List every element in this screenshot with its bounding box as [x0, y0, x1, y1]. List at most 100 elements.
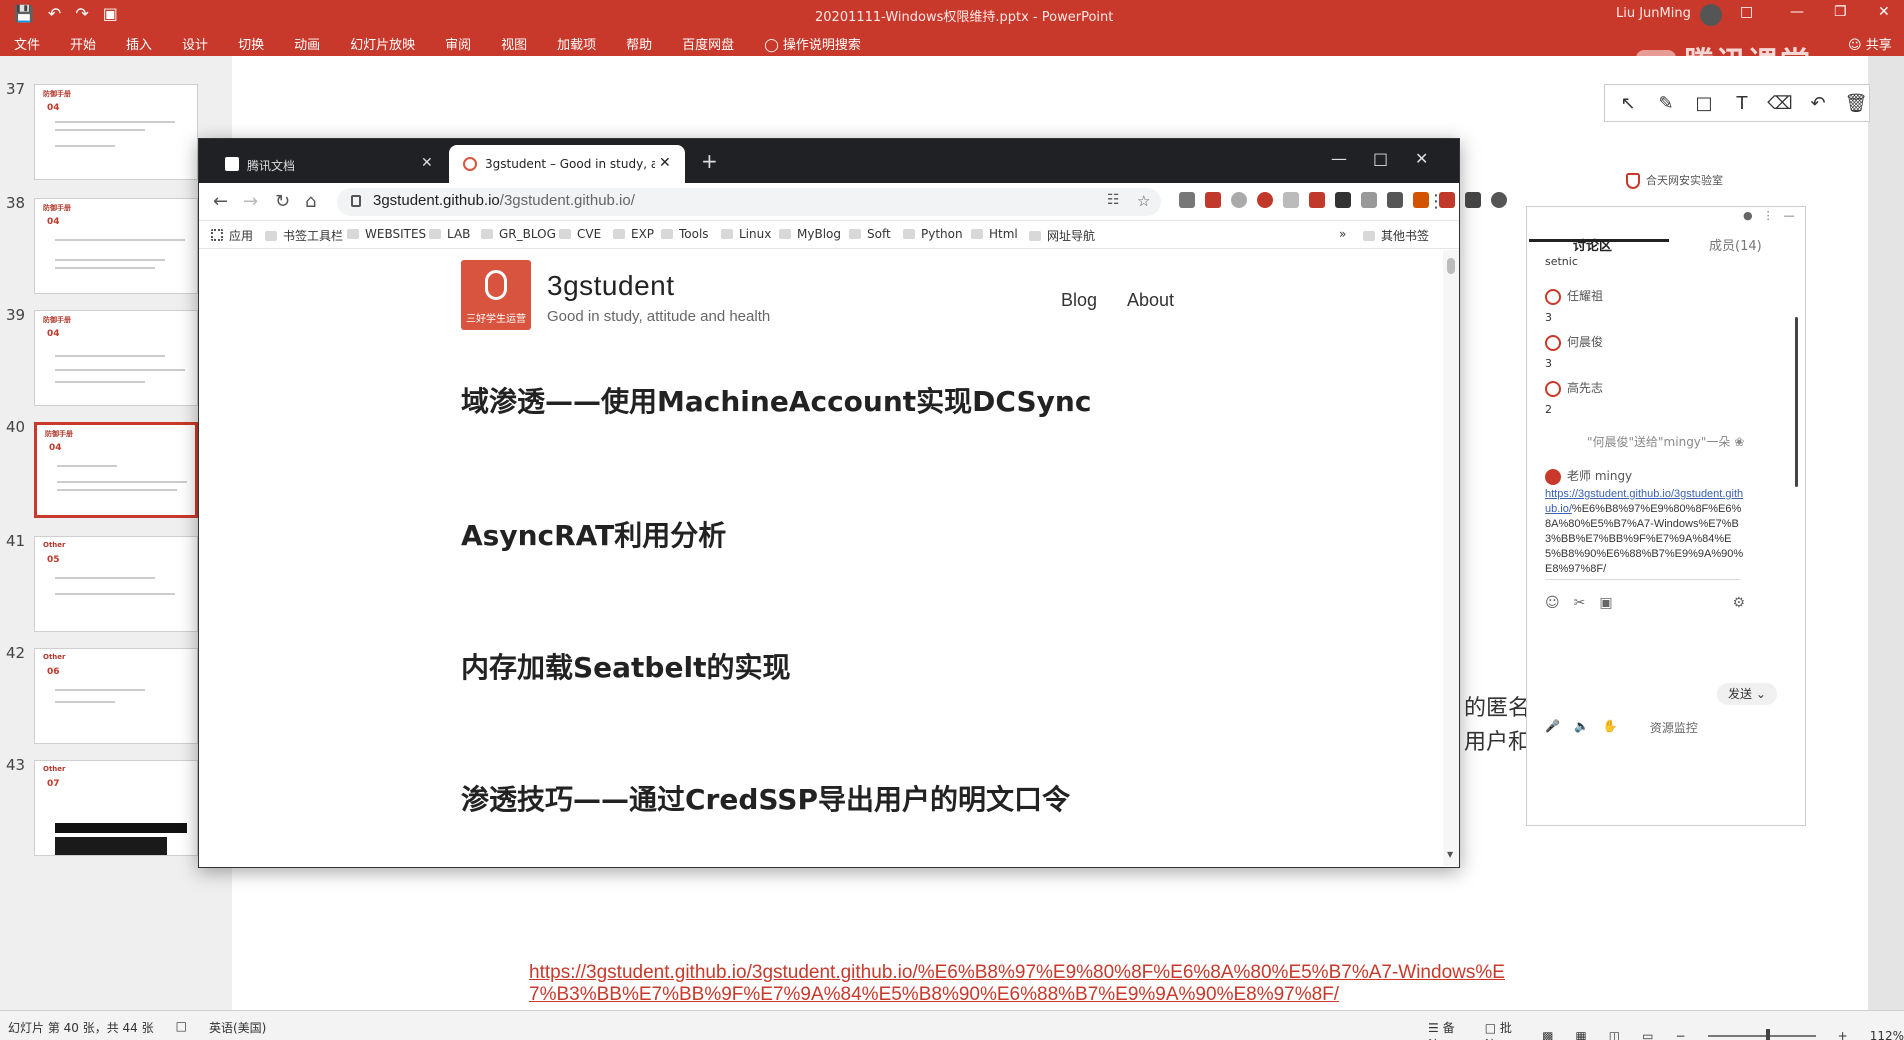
post-title[interactable]: 渗透技巧——通过CredSSP导出用户的明文口令 [461, 778, 1070, 818]
site-title[interactable]: 3gstudent [547, 270, 675, 302]
send-button[interactable]: 发送 ⌄ [1717, 683, 1777, 705]
speaker-icon[interactable]: 🔈 [1574, 719, 1589, 736]
chat-url-message[interactable]: https://3gstudent.github.io/3gstudent.gi… [1545, 487, 1745, 577]
address-bar[interactable]: 3gstudent.github.io/3gstudent.github.io/… [337, 188, 1161, 216]
zoom-slider[interactable] [1707, 1029, 1816, 1040]
extension-icon[interactable] [1335, 192, 1351, 208]
bookmark-star-icon[interactable]: ☆ [1137, 192, 1150, 210]
post-title[interactable]: AsyncRAT利用分析 [461, 514, 726, 554]
reading-view-icon[interactable]: ◫ [1609, 1029, 1620, 1040]
zoom-in-icon[interactable]: + [1838, 1029, 1848, 1040]
site-logo[interactable]: 三好学生运营 [461, 260, 531, 330]
tab-design[interactable]: 设计 [182, 34, 208, 53]
tab-slideshow[interactable]: 幻灯片放映 [350, 34, 415, 53]
bookmark-folder[interactable]: 网址导航 [1029, 227, 1095, 244]
extension-icon[interactable] [1257, 192, 1273, 208]
tab-discussion[interactable]: 讨论区 [1573, 235, 1612, 254]
slide-sorter-icon[interactable]: ▦ [1575, 1029, 1586, 1040]
tab-help[interactable]: 帮助 [626, 34, 652, 53]
bookmark-folder[interactable]: LAB [429, 227, 470, 241]
pen-icon[interactable]: ✎ [1653, 93, 1679, 114]
bookmark-folder[interactable]: WEBSITES [347, 227, 426, 241]
extension-icon[interactable] [1387, 192, 1403, 208]
user-name[interactable]: Liu JunMing [1616, 6, 1691, 21]
bookmark-folder[interactable]: MyBlog [779, 227, 841, 241]
nav-blog[interactable]: Blog [1061, 290, 1097, 311]
slide-thumbnail-38[interactable]: 防御手册 04 [34, 198, 198, 294]
browser-tab-tencent-docs[interactable]: 腾讯文档 ✕ [211, 145, 449, 183]
bookmark-apps[interactable]: 应用 [211, 227, 253, 244]
resource-monitor[interactable]: 资源监控 [1650, 719, 1698, 736]
emoji-icon[interactable]: ☺ [1545, 595, 1560, 611]
pin-icon[interactable]: ● [1743, 209, 1753, 222]
save-icon[interactable]: 💾 [14, 4, 34, 23]
more-icon[interactable]: ⋮ [1763, 209, 1774, 222]
translate-icon[interactable]: ☷ [1107, 192, 1120, 208]
tab-members[interactable]: 成员(14) [1709, 235, 1762, 254]
bookmarks-overflow[interactable]: » [1339, 227, 1346, 241]
tab-baidu[interactable]: 百度网盘 [682, 34, 734, 53]
bookmark-folder[interactable]: Soft [849, 227, 891, 241]
bookmark-folder[interactable]: CVE [559, 227, 601, 241]
ribbon-display-icon[interactable]: □ [1740, 4, 1753, 20]
slide-thumbnail-40[interactable]: 防御手册 04 [34, 422, 198, 518]
tab-view[interactable]: 视图 [501, 34, 527, 53]
puzzle-icon[interactable] [1465, 192, 1481, 208]
bookmark-folder[interactable]: 书签工具栏 [265, 227, 343, 244]
close-tab-icon[interactable]: ✕ [421, 155, 433, 171]
tab-animations[interactable]: 动画 [294, 34, 320, 53]
reload-icon[interactable]: ↻ [275, 191, 290, 212]
slide-thumbnail-43[interactable]: Other 07 [34, 760, 198, 856]
scissors-icon[interactable]: ✂ [1574, 595, 1586, 611]
close-tab-icon[interactable]: ✕ [659, 155, 671, 171]
tab-transitions[interactable]: 切换 [238, 34, 264, 53]
restore-icon[interactable]: ❐ [1834, 4, 1847, 20]
notes-button[interactable]: ☰ 备注 [1428, 1019, 1463, 1040]
settings-icon[interactable]: ⚙ [1732, 595, 1745, 611]
minimize-icon[interactable]: — [1331, 149, 1347, 168]
user-avatar[interactable] [1700, 4, 1722, 26]
slideshow-icon[interactable]: ▭ [1642, 1029, 1653, 1040]
post-title[interactable]: 域渗透——使用MachineAccount实现DCSync [461, 380, 1091, 420]
undo-icon[interactable]: ↶ [1805, 93, 1831, 114]
lock-icon[interactable] [351, 195, 361, 207]
bookmark-other[interactable]: 其他书签 [1363, 227, 1429, 244]
tab-insert[interactable]: 插入 [126, 34, 152, 53]
forward-icon[interactable]: → [243, 191, 258, 212]
close-icon[interactable]: ✕ [1415, 149, 1428, 168]
nav-about[interactable]: About [1127, 290, 1174, 311]
maximize-icon[interactable]: □ [1373, 149, 1388, 168]
page-scrollbar[interactable]: ▼ [1443, 250, 1459, 866]
new-tab-icon[interactable]: + [701, 151, 718, 171]
pointer-icon[interactable]: ↖ [1615, 93, 1641, 114]
extension-icon[interactable] [1309, 192, 1325, 208]
slide-hyperlink[interactable]: https://3gstudent.github.io/3gstudent.gi… [529, 962, 1529, 1006]
extension-icon[interactable] [1231, 192, 1247, 208]
chat-scrollbar[interactable] [1795, 317, 1798, 487]
slide-thumbnail-42[interactable]: Other 06 [34, 648, 198, 744]
extension-icon[interactable] [1205, 192, 1221, 208]
hand-icon[interactable]: ✋ [1603, 719, 1618, 736]
extension-icon[interactable] [1179, 192, 1195, 208]
slide-thumbnail-41[interactable]: Other 05 [34, 536, 198, 632]
zoom-out-icon[interactable]: − [1675, 1029, 1685, 1040]
microphone-icon[interactable]: 🎤 [1545, 719, 1560, 736]
scroll-down-icon[interactable]: ▼ [1447, 850, 1453, 859]
slide-thumbnail-37[interactable]: 防御手册 04 [34, 84, 198, 180]
bookmark-folder[interactable]: GR_BLOG [481, 227, 556, 241]
eraser-icon[interactable]: ⌫ [1767, 93, 1793, 114]
close-icon[interactable]: ✕ [1878, 4, 1890, 20]
extension-icon[interactable] [1361, 192, 1377, 208]
profile-icon[interactable] [1491, 192, 1507, 208]
bookmark-folder[interactable]: Linux [721, 227, 771, 241]
trash-icon[interactable]: 🗑 [1843, 93, 1869, 114]
tab-file[interactable]: 文件 [14, 34, 40, 53]
normal-view-icon[interactable]: ▩ [1542, 1029, 1553, 1040]
tab-home[interactable]: 开始 [70, 34, 96, 53]
accessibility-icon[interactable]: □ [176, 1019, 187, 1036]
back-icon[interactable]: ← [213, 191, 228, 212]
tab-review[interactable]: 审阅 [445, 34, 471, 53]
slide-thumbnail-39[interactable]: 防御手册 04 [34, 310, 198, 406]
rectangle-icon[interactable]: □ [1691, 93, 1717, 114]
home-icon[interactable]: ⌂ [305, 191, 316, 212]
